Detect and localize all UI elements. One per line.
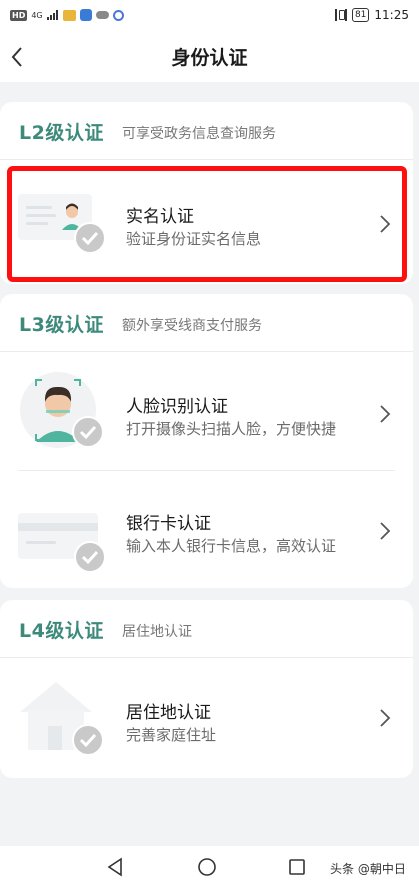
level-label: L4级认证 [19, 620, 104, 642]
status-icons-right: 81 11:25 [334, 6, 409, 24]
level-label: L2级认证 [19, 122, 104, 144]
face-scan-icon [20, 372, 104, 448]
chevron-right-icon [380, 215, 391, 233]
item-title: 银行卡认证 [126, 514, 211, 534]
status-icons-left: HD 4G [10, 7, 124, 23]
section-header: L4级认证 居住地认证 [0, 600, 413, 656]
item-title: 实名认证 [126, 207, 194, 227]
battery-icon: 81 [351, 8, 370, 22]
hd-badge: HD [10, 9, 28, 21]
section-header: L3级认证 额外享受线商支付服务 [0, 294, 413, 350]
level-description: 居住地认证 [122, 624, 192, 640]
list-item-face[interactable]: 人脸识别认证 打开摄像头扫描人脸，方便快捷 [0, 352, 413, 470]
back-triangle-icon[interactable] [104, 856, 126, 878]
status-bar: HD 4G 81 11:25 [0, 0, 419, 30]
item-subtitle: 打开摄像头扫描人脸，方便快捷 [126, 420, 337, 438]
item-title: 人脸识别认证 [126, 397, 228, 417]
list-item-residence[interactable]: 居住地认证 完善家庭住址 [0, 658, 413, 776]
chevron-right-icon [380, 709, 391, 727]
list-item-bankcard[interactable]: 银行卡认证 输入本人银行卡信息，高效认证 [0, 471, 413, 589]
level-label: L3级认证 [19, 314, 104, 336]
clock: 11:25 [374, 8, 409, 22]
navigation-bar: 身份认证 [0, 30, 419, 82]
vibrate-icon [334, 9, 347, 21]
level-description: 可享受政务信息查询服务 [122, 126, 276, 142]
page-title: 身份认证 [171, 47, 248, 69]
network-indicator: 4G [31, 10, 43, 20]
chevron-right-icon [380, 522, 391, 540]
section-l4: L4级认证 居住地认证 居住地认证 完善家庭住址 [0, 600, 413, 778]
item-subtitle: 验证身份证实名信息 [126, 230, 262, 248]
watermark: 头条 @朝中日 [330, 862, 406, 876]
system-nav-bar: 头条 @朝中日 [0, 846, 419, 886]
section-l2: L2级认证 可享受政务信息查询服务 实名认证 验证身份证实名信息 [0, 102, 413, 284]
house-icon [20, 682, 104, 756]
list-item-realname[interactable]: 实名认证 验证身份证实名信息 [0, 162, 413, 280]
divider [0, 159, 413, 160]
signal-icon [46, 10, 58, 20]
level-description: 额外享受线商支付服务 [122, 318, 262, 334]
section-header: L2级认证 可享受政务信息查询服务 [0, 102, 413, 158]
chevron-right-icon [380, 405, 391, 423]
recents-square-icon[interactable] [286, 856, 308, 878]
cloud-icon [95, 11, 109, 19]
notification-app-icon [62, 9, 76, 21]
notification-app-icon [79, 9, 92, 21]
item-subtitle: 输入本人银行卡信息，高效认证 [126, 537, 337, 555]
bank-card-icon [18, 513, 106, 571]
notification-app-icon [112, 9, 124, 21]
item-subtitle: 完善家庭住址 [126, 726, 217, 744]
section-l3: L3级认证 额外享受线商支付服务 人脸识别认证 打开摄像头扫描人脸，方便快捷 银… [0, 294, 413, 588]
item-title: 居住地认证 [126, 703, 211, 723]
id-card-icon [18, 194, 106, 254]
home-circle-icon[interactable] [196, 856, 218, 878]
